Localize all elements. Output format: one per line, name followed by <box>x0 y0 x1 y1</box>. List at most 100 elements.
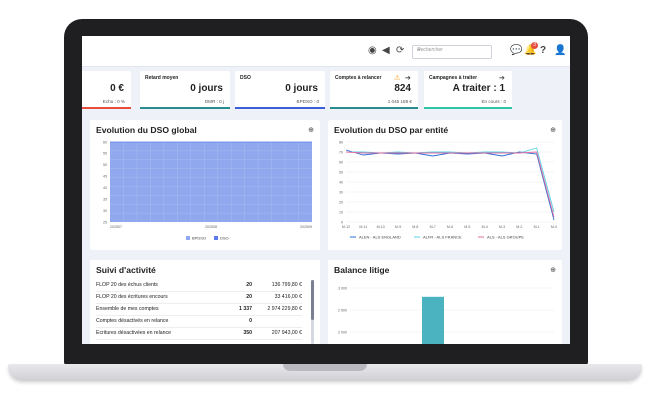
y-tick-label: 3 000 <box>338 286 347 290</box>
activite-amount: 2 974 229,80 € <box>267 306 302 312</box>
activite-scrollbar[interactable] <box>311 280 314 344</box>
activite-count: 20 <box>246 294 252 300</box>
y-tick-label: 0 <box>341 220 343 224</box>
x-tick-label: 202508 <box>205 225 217 229</box>
activite-count: 0 <box>249 318 252 324</box>
y-tick-label: 60 <box>103 140 107 144</box>
activite-row[interactable]: Ecritures désactivées en relance 350 207… <box>96 328 302 340</box>
activite-label: Comptes désactivés en relance <box>96 318 169 324</box>
kpi-value: 0 jours <box>285 83 318 94</box>
x-tick-label: M-2 <box>516 225 522 229</box>
activite-amount: 136 799,80 € <box>271 282 302 288</box>
x-tick-label: M-12 <box>342 225 350 229</box>
activite-label: Ensemble de mes comptes <box>96 306 159 312</box>
help-icon[interactable]: ? <box>540 46 546 56</box>
legend-swatch <box>186 236 190 240</box>
x-tick-label: M-1 <box>534 225 540 229</box>
line-series <box>345 151 555 218</box>
litige-panel: Balance litige ⊕ 3 0002 5002 0001 5001 0… <box>328 260 562 344</box>
kpi-label: DSO <box>240 75 251 81</box>
kpi-value: 0 € <box>110 83 124 94</box>
dso-entite-chart: 80 70 60 50 40 30 20 10 0M-12 M-11 M-10 M-9 M-8 M-7 M-… <box>339 140 557 240</box>
search-input[interactable]: Rechercher ⌕ <box>412 45 492 59</box>
user-icon[interactable]: 👤 <box>554 46 566 56</box>
activite-amount: 33 416,00 € <box>274 294 302 300</box>
activite-row[interactable]: Comptes désactivés en relance 0 <box>96 316 302 328</box>
x-tick-label: M-11 <box>359 225 367 229</box>
kpi-sub: En cours : 0 <box>481 99 506 104</box>
area-series-bpdso <box>110 142 312 222</box>
legend-swatch <box>214 236 218 240</box>
refresh-icon[interactable]: ⟳ <box>396 46 404 56</box>
activite-row[interactable]: FLOP 20 des écritures encours 20 33 416,… <box>96 292 302 304</box>
y-tick-label: 30 <box>103 209 107 213</box>
kpi-label: Retard moyen <box>145 75 179 81</box>
activite-count: 20 <box>246 282 252 288</box>
activite-row[interactable]: Ensemble de mes comptes 1 337 2 974 229,… <box>96 304 302 316</box>
kpi-sub: 1 045 188 € <box>387 99 412 104</box>
kpi-color-bar <box>235 107 325 109</box>
target-icon[interactable]: ◉ <box>368 46 377 56</box>
x-tick-label: M-10 <box>377 225 385 229</box>
dso-global-panel: Evolution du DSO global ⊕ 60 55 50 45 40 35 30… <box>90 120 320 250</box>
kpi-card-retard[interactable]: Retard moyen 0 jours DMR : 0 j <box>140 71 230 109</box>
x-tick-label: M-4 <box>482 225 488 229</box>
legend-label: BPDSO <box>192 236 206 241</box>
y-tick-label: 45 <box>103 175 107 179</box>
kpi-color-bar <box>82 107 131 109</box>
x-tick-label: M-5 <box>464 225 470 229</box>
y-tick-label: 10 <box>339 210 343 214</box>
panel-title: Suivi d'activité <box>96 265 156 275</box>
activite-amount: 207 943,00 € <box>271 330 302 336</box>
kpi-value: 824 <box>394 83 411 94</box>
y-tick-label: 80 <box>339 140 343 144</box>
y-tick-label: 50 <box>103 163 107 167</box>
y-tick-label: 30 <box>339 190 343 194</box>
activite-row[interactable]: FLOP 20 des échus clients 20 136 799,80 … <box>96 280 302 292</box>
laptop-notch <box>283 364 367 371</box>
y-tick-label: 60 <box>339 160 343 164</box>
dso-global-chart: 60 55 50 45 40 35 30 25202507 202508 202509 BPDSO D… <box>103 140 312 241</box>
app-screen: ◉ ◀ ⟳ Rechercher ⌕ 💬 🔔 3 ? 👤 0 € Echu : … <box>82 36 570 344</box>
y-tick-label: 25 <box>103 220 107 224</box>
activite-label: Ecritures désactivées en relance <box>96 330 171 336</box>
legend-label: ALEN - ALS ENGLAND <box>359 235 401 240</box>
kpi-card-dso[interactable]: DSO 0 jours BPDSO : 0 <box>235 71 325 109</box>
kpi-color-bar <box>140 107 230 109</box>
kpi-label: Campagnes à traiter <box>429 75 478 81</box>
search-icon[interactable]: ⌕ <box>417 47 487 54</box>
kpi-value: A traiter : 1 <box>452 83 505 94</box>
y-tick-label: 40 <box>339 180 343 184</box>
kpi-value: 0 jours <box>190 83 223 94</box>
x-tick-label: M-7 <box>430 225 436 229</box>
y-tick-label: 70 <box>339 150 343 154</box>
kpi-card-comptes[interactable]: Comptes à relancer ⚠ ➔ 824 1 045 188 € <box>330 71 418 109</box>
x-tick-label: 202507 <box>110 225 122 229</box>
legend-label: ALFR - ALS FRANCE <box>423 235 462 240</box>
kpi-sub: BPDSO : 0 <box>296 99 319 104</box>
x-tick-label: M-8 <box>412 225 418 229</box>
y-tick-label: 2 500 <box>338 308 347 312</box>
y-tick-label: 50 <box>339 170 343 174</box>
kpi-sub: Echu : 0 % <box>102 99 125 104</box>
line-series <box>346 147 555 213</box>
back-icon[interactable]: ◀ <box>382 46 390 56</box>
kpi-sub: DMR : 0 j <box>204 99 224 104</box>
chat-icon[interactable]: 💬 <box>510 46 522 56</box>
dso-entite-panel: Evolution du DSO par entité ⊕ 80 70 60 50 40… <box>328 120 562 250</box>
kpi-card-echu[interactable]: 0 € Echu : 0 % <box>82 71 131 109</box>
top-bar: ◉ ◀ ⟳ Rechercher ⌕ 💬 🔔 3 ? 👤 <box>82 36 570 67</box>
y-tick-label: 20 <box>339 200 343 204</box>
legend-label: DSO <box>220 236 229 241</box>
x-tick-label: M-0 <box>551 225 557 229</box>
kpi-color-bar <box>424 107 512 109</box>
scrollbar-thumb[interactable] <box>311 280 314 320</box>
line-series <box>345 149 555 221</box>
activite-label: FLOP 20 des échus clients <box>96 282 158 288</box>
activite-count: 1 337 <box>239 306 252 312</box>
kpi-card-campagnes[interactable]: Campagnes à traiter ➔ A traiter : 1 En c… <box>424 71 512 109</box>
notification-badge: 3 <box>531 42 538 49</box>
activite-label: FLOP 20 des écritures encours <box>96 294 168 300</box>
bar-segment <box>422 296 444 344</box>
x-tick-label: M-6 <box>447 225 453 229</box>
